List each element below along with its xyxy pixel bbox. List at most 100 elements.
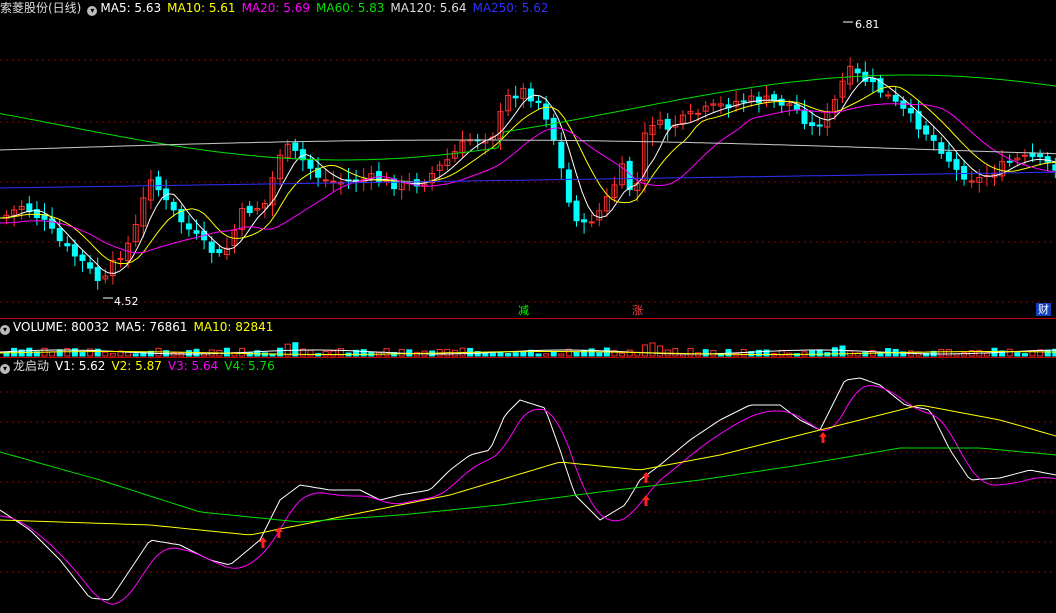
candle-body	[923, 125, 930, 135]
candle-body	[527, 88, 534, 102]
candle-body	[816, 124, 823, 127]
kline-chart[interactable]: 6.81 4.52	[0, 0, 1056, 613]
candle-body	[56, 228, 63, 242]
volume-bar	[687, 348, 694, 357]
volume-bar	[102, 351, 109, 357]
candle-body	[307, 158, 314, 169]
candle-body	[512, 95, 519, 99]
volume-bar	[330, 350, 337, 357]
volume-bar	[1044, 349, 1051, 357]
volume-bar	[109, 352, 116, 357]
candle-body	[1037, 153, 1044, 158]
candle-body	[216, 249, 223, 254]
v2-line	[0, 404, 1056, 536]
volume-bar	[520, 351, 527, 357]
candle-body	[558, 141, 565, 169]
volume-bar	[79, 352, 86, 357]
volume-bar	[983, 352, 990, 357]
volume-bar	[543, 353, 550, 357]
candle-body	[907, 108, 914, 114]
candle-body	[664, 118, 671, 130]
volume-bar	[672, 348, 679, 357]
candle-body	[322, 179, 329, 182]
candle-body	[771, 94, 778, 101]
candle-body	[945, 151, 952, 162]
volume-bar	[307, 349, 314, 357]
candle-body	[155, 176, 162, 191]
volume-bar	[831, 347, 838, 357]
volume-bars	[0, 342, 1056, 357]
candle-body	[330, 180, 337, 183]
candle-body	[71, 244, 78, 257]
candle-body	[1006, 160, 1013, 163]
volume-bar	[641, 344, 648, 357]
ma60-line	[0, 74, 1056, 161]
volume-bar	[839, 345, 846, 357]
volume-bar	[11, 347, 18, 357]
candle-body	[246, 205, 253, 214]
candle-body	[1044, 156, 1051, 163]
candle-body	[185, 223, 192, 230]
candle-body	[953, 159, 960, 170]
volume-bar	[702, 349, 709, 357]
candle-body	[79, 254, 86, 262]
candle-body	[87, 262, 94, 269]
volume-bar	[223, 347, 230, 357]
candle-body	[793, 104, 800, 110]
volume-bar	[1021, 353, 1028, 357]
candle-body	[588, 221, 595, 224]
v4-line	[0, 447, 1056, 523]
candle-body	[94, 267, 101, 282]
candle-body	[961, 165, 968, 180]
volume-bar	[550, 351, 557, 357]
volume-bar	[360, 349, 367, 357]
signal-arrow-icon	[819, 432, 827, 443]
candle-body	[778, 98, 785, 106]
volume-bar	[512, 352, 519, 357]
candle-body	[292, 142, 299, 151]
volume-bar	[938, 349, 945, 357]
volume-bar	[277, 347, 284, 357]
volume-bar	[505, 353, 512, 357]
annotations: 6.81 4.52	[103, 18, 880, 308]
volume-bar	[809, 350, 816, 357]
candle-body	[930, 135, 937, 141]
candle-body	[801, 110, 808, 124]
volume-bar	[626, 349, 633, 357]
candle-body	[193, 230, 200, 234]
low-price-label: 4.52	[114, 295, 139, 308]
candle-body	[854, 68, 861, 74]
volume-bar	[132, 353, 139, 357]
candle-body	[885, 94, 892, 97]
candle-body	[938, 142, 945, 154]
volume-bar	[322, 350, 329, 357]
v3-line	[0, 385, 1056, 605]
candle-body	[740, 100, 747, 103]
volume-bar	[1006, 348, 1013, 357]
volume-bar	[945, 349, 952, 357]
candle-body	[809, 122, 816, 127]
volume-bar	[261, 352, 268, 357]
grid-lines	[0, 59, 1056, 573]
volume-bar	[619, 352, 626, 357]
candlesticks	[3, 57, 1056, 290]
candle-body	[170, 201, 177, 211]
candle-body	[573, 200, 580, 222]
candle-body	[581, 219, 588, 223]
volume-bar	[497, 352, 504, 357]
volume-bar	[649, 342, 656, 357]
v1-line	[0, 377, 1056, 601]
volume-bar	[573, 351, 580, 357]
candle-body	[535, 100, 542, 104]
indicator-lines	[0, 377, 1056, 605]
volume-bar	[558, 353, 565, 357]
candle-body	[892, 94, 899, 102]
volume-bar	[1014, 352, 1021, 357]
volume-bar	[816, 349, 823, 357]
candle-body	[1021, 154, 1028, 157]
volume-bar	[535, 353, 542, 357]
volume-bar	[185, 350, 192, 357]
candle-body	[695, 112, 702, 115]
volume-bar	[56, 349, 63, 357]
candle-body	[565, 169, 572, 203]
